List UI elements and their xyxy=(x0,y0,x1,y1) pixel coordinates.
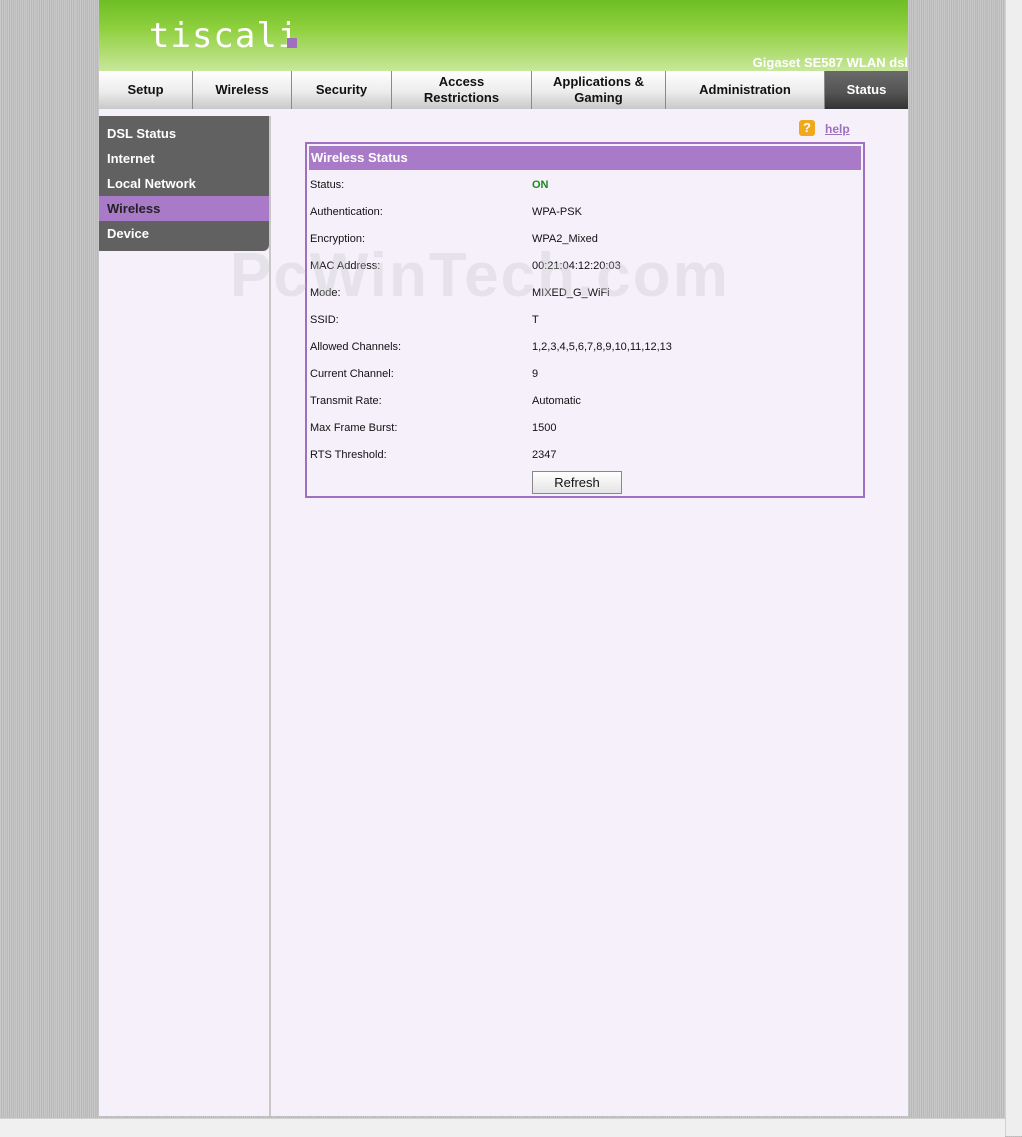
row-label: Authentication: xyxy=(310,206,383,218)
router-page: tiscali Gigaset SE587 WLAN dsl Setup Wir… xyxy=(99,0,908,1116)
row-value: Automatic xyxy=(532,395,581,407)
vertical-scrollbar[interactable] xyxy=(1005,0,1022,1136)
sidebar-item-wireless[interactable]: Wireless xyxy=(99,196,269,221)
tiscali-logo: tiscali xyxy=(149,16,300,56)
tab-applications-gaming[interactable]: Applications & Gaming xyxy=(532,71,666,109)
tab-access-restrictions[interactable]: Access Restrictions xyxy=(392,71,532,109)
row-value: T xyxy=(532,314,539,326)
allowed-channels-row: Allowed Channels: 1,2,3,4,5,6,7,8,9,10,1… xyxy=(310,333,862,360)
row-value: 2347 xyxy=(532,449,557,461)
row-value: 9 xyxy=(532,368,539,380)
transmit-rate-row: Transmit Rate: Automatic xyxy=(310,387,862,414)
row-label: Transmit Rate: xyxy=(310,395,382,407)
status-value: ON xyxy=(532,179,549,191)
row-value: WPA2_Mixed xyxy=(532,233,598,245)
row-value: MIXED_G_WiFi xyxy=(532,287,610,299)
mode-row: Mode: MIXED_G_WiFi xyxy=(310,279,862,306)
row-value: 1500 xyxy=(532,422,557,434)
row-label: Current Channel: xyxy=(310,368,394,380)
ssid-row: SSID: T xyxy=(310,306,862,333)
sidebar-item-dsl-status[interactable]: DSL Status xyxy=(99,121,269,146)
authentication-row: Authentication: WPA-PSK xyxy=(310,198,862,225)
wireless-status-panel: Wireless Status Status: ON Authenticatio… xyxy=(305,142,865,498)
tab-status[interactable]: Status xyxy=(825,71,908,109)
logo-dot xyxy=(287,38,297,48)
sidebar-background xyxy=(99,109,269,1116)
row-label: MAC Address: xyxy=(310,260,381,272)
sidebar-item-device[interactable]: Device xyxy=(99,221,269,246)
row-label: SSID: xyxy=(310,314,339,326)
panel-title: Wireless Status xyxy=(309,146,861,170)
tab-security[interactable]: Security xyxy=(292,71,392,109)
status-row: Status: ON xyxy=(310,171,862,198)
sidebar: DSL Status Internet Local Network Wirele… xyxy=(99,116,269,251)
row-value: 00:21:04:12:20:03 xyxy=(532,260,621,272)
row-label: Max Frame Burst: xyxy=(310,422,398,434)
header-banner: tiscali Gigaset SE587 WLAN dsl xyxy=(99,0,908,71)
help-icon[interactable]: ? xyxy=(799,120,815,136)
max-frame-burst-row: Max Frame Burst: 1500 xyxy=(310,414,862,441)
tab-setup[interactable]: Setup xyxy=(99,71,193,109)
window-bottom-edge xyxy=(0,1118,1005,1137)
row-label: Encryption: xyxy=(310,233,366,245)
current-channel-row: Current Channel: 9 xyxy=(310,360,862,387)
sidebar-item-local-network[interactable]: Local Network xyxy=(99,171,269,196)
help-link[interactable]: help xyxy=(825,122,850,136)
row-value: WPA-PSK xyxy=(532,206,582,218)
row-value: 1,2,3,4,5,6,7,8,9,10,11,12,13 xyxy=(532,341,672,353)
refresh-button[interactable]: Refresh xyxy=(532,471,622,494)
model-name: Gigaset SE587 WLAN dsl xyxy=(752,55,908,70)
content-area: ? help Wireless Status Status: ON Authen… xyxy=(269,116,908,1116)
tab-administration[interactable]: Administration xyxy=(666,71,825,109)
mac-address-row: MAC Address: 00:21:04:12:20:03 xyxy=(310,252,862,279)
row-label: RTS Threshold: xyxy=(310,449,387,461)
row-label: Mode: xyxy=(310,287,341,299)
row-label: Status: xyxy=(310,179,345,191)
encryption-row: Encryption: WPA2_Mixed xyxy=(310,225,862,252)
tab-wireless[interactable]: Wireless xyxy=(193,71,292,109)
rts-threshold-row: RTS Threshold: 2347 xyxy=(310,441,862,468)
row-label: Allowed Channels: xyxy=(310,341,402,353)
main-nav: Setup Wireless Security Access Restricti… xyxy=(99,71,908,109)
sidebar-item-internet[interactable]: Internet xyxy=(99,146,269,171)
